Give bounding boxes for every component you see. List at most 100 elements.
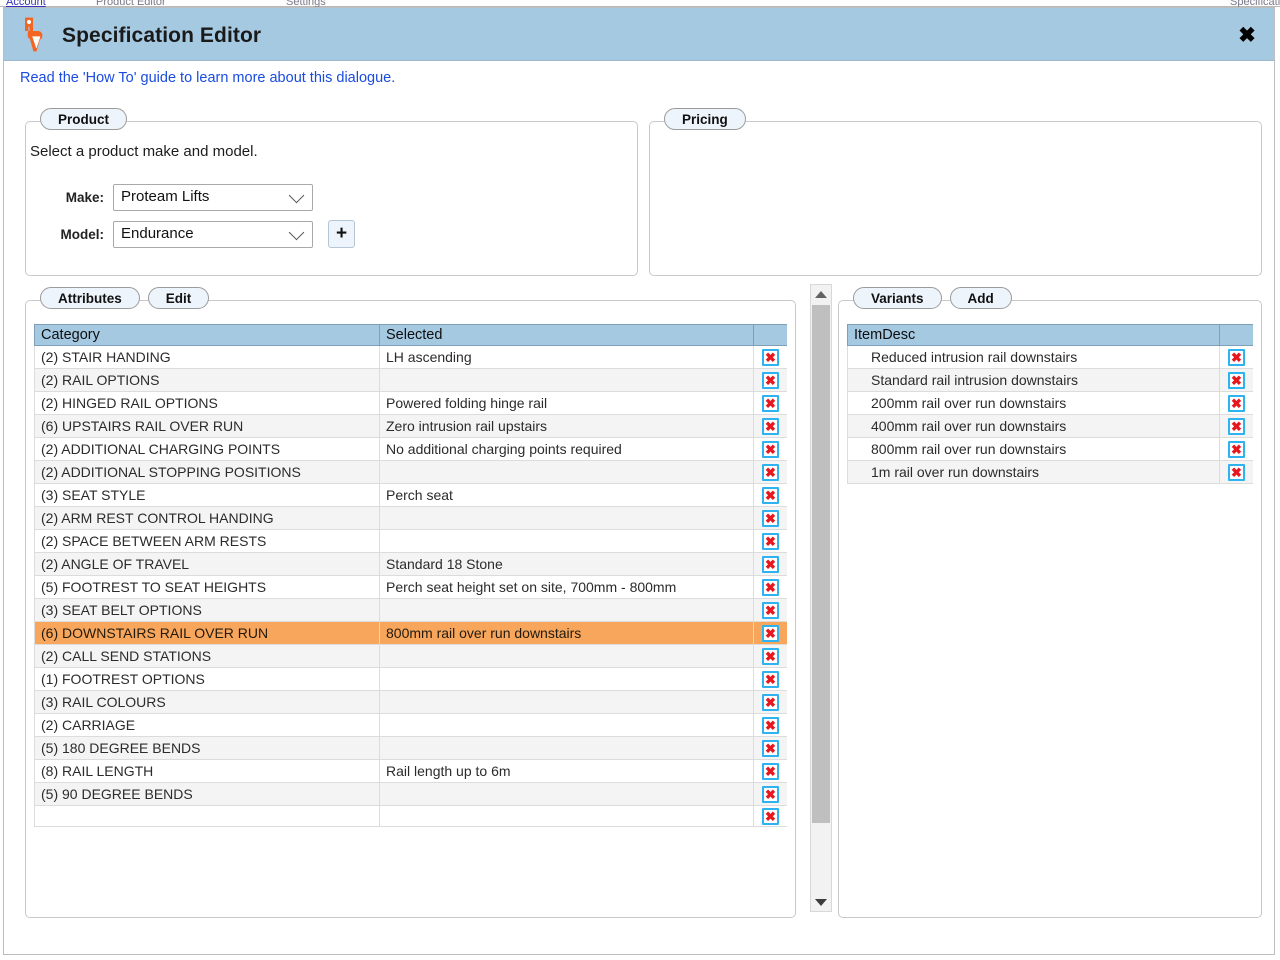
table-row[interactable]: (2) STAIR HANDING LH ascending ✖ — [34, 345, 787, 369]
tab-attributes[interactable]: Attributes — [40, 287, 140, 309]
delete-x-icon[interactable]: ✖ — [762, 440, 779, 458]
table-row[interactable]: (5) 180 DEGREE BENDS ✖ — [34, 736, 787, 760]
delete-x-icon[interactable]: ✖ — [762, 509, 779, 527]
list-item[interactable]: 400mm rail over run downstairs ✖ — [847, 414, 1253, 438]
delete-x-icon[interactable]: ✖ — [1228, 371, 1245, 389]
table-row[interactable]: (3) SEAT BELT OPTIONS ✖ — [34, 598, 787, 622]
add-model-button[interactable]: + — [328, 220, 355, 248]
table-row[interactable]: (2) SPACE BETWEEN ARM RESTS ✖ — [34, 529, 787, 553]
delete-x-icon[interactable]: ✖ — [1228, 463, 1245, 481]
scroll-up-arrow-icon[interactable] — [811, 285, 831, 303]
delete-x-icon[interactable]: ✖ — [762, 394, 779, 412]
delete-x-icon[interactable]: ✖ — [762, 486, 779, 504]
attribute-category-cell: (2) RAIL OPTIONS — [34, 368, 380, 392]
attributes-scrollbar[interactable] — [810, 284, 832, 912]
delete-x-icon[interactable]: ✖ — [762, 762, 779, 780]
table-row[interactable]: ✖ — [34, 805, 787, 827]
col-selected[interactable]: Selected — [379, 324, 754, 346]
delete-x-icon[interactable]: ✖ — [762, 624, 779, 642]
attribute-selected-cell — [379, 529, 754, 553]
tab-add-variant[interactable]: Add — [949, 287, 1012, 309]
delete-x-icon[interactable]: ✖ — [1228, 394, 1245, 412]
delete-x-icon[interactable]: ✖ — [762, 532, 779, 550]
delete-x-icon[interactable]: ✖ — [1228, 440, 1245, 458]
how-to-guide-link[interactable]: Read the 'How To' guide to learn more ab… — [20, 70, 395, 86]
delete-x-icon[interactable]: ✖ — [762, 417, 779, 435]
delete-x-icon[interactable]: ✖ — [762, 693, 779, 711]
delete-x-icon[interactable]: ✖ — [762, 716, 779, 734]
table-row[interactable]: (2) ARM REST CONTROL HANDING ✖ — [34, 506, 787, 530]
attribute-delete-cell: ✖ — [753, 644, 787, 668]
table-row[interactable]: (2) HINGED RAIL OPTIONS Powered folding h… — [34, 391, 787, 415]
delete-x-icon[interactable]: ✖ — [762, 348, 779, 366]
list-item[interactable]: 800mm rail over run downstairs ✖ — [847, 437, 1253, 461]
attribute-delete-cell: ✖ — [753, 529, 787, 553]
list-item[interactable]: 200mm rail over run downstairs ✖ — [847, 391, 1253, 415]
table-row[interactable]: (2) ADDITIONAL STOPPING POSITIONS ✖ — [34, 460, 787, 484]
av-logo-icon — [25, 17, 43, 52]
delete-x-icon[interactable]: ✖ — [762, 555, 779, 573]
pricing-panel: Pricing — [649, 108, 1262, 276]
delete-x-icon[interactable]: ✖ — [762, 739, 779, 757]
attribute-category-cell: (8) RAIL LENGTH — [34, 759, 380, 783]
col-category[interactable]: Category — [34, 324, 380, 346]
table-row[interactable]: (5) FOOTREST TO SEAT HEIGHTS Perch seat h… — [34, 575, 787, 599]
scroll-down-arrow-icon[interactable] — [811, 893, 831, 911]
scroll-thumb[interactable] — [812, 305, 830, 823]
attributes-table-body: (2) STAIR HANDING LH ascending ✖ (2) RAIL O… — [34, 345, 787, 827]
make-select-value: Proteam Lifts — [121, 188, 210, 205]
attribute-delete-cell: ✖ — [753, 621, 787, 645]
make-select[interactable]: Proteam Lifts — [113, 184, 313, 211]
delete-x-icon[interactable]: ✖ — [762, 807, 779, 825]
tab-pricing[interactable]: Pricing — [664, 108, 746, 130]
attribute-category-cell: (3) SEAT STYLE — [34, 483, 380, 507]
attribute-delete-cell: ✖ — [753, 345, 787, 369]
table-row[interactable]: (2) ADDITIONAL CHARGING POINTS No additio… — [34, 437, 787, 461]
table-row[interactable]: (5) 90 DEGREE BENDS ✖ — [34, 782, 787, 806]
table-row[interactable]: (2) CALL SEND STATIONS ✖ — [34, 644, 787, 668]
delete-x-icon[interactable]: ✖ — [762, 578, 779, 596]
delete-x-icon[interactable]: ✖ — [1228, 417, 1245, 435]
tab-variants[interactable]: Variants — [853, 287, 942, 309]
table-row[interactable]: (2) ANGLE OF TRAVEL Standard 18 Stone ✖ — [34, 552, 787, 576]
table-row[interactable]: (8) RAIL LENGTH Rail length up to 6m ✖ — [34, 759, 787, 783]
table-row[interactable]: (2) CARRIAGE ✖ — [34, 713, 787, 737]
attributes-legend-row: Attributes Edit — [40, 287, 210, 309]
table-row[interactable]: (2) RAIL OPTIONS ✖ — [34, 368, 787, 392]
delete-x-icon[interactable]: ✖ — [762, 647, 779, 665]
list-item[interactable]: Standard rail intrusion downstairs ✖ — [847, 368, 1253, 392]
tab-product[interactable]: Product — [40, 108, 128, 130]
attribute-category-cell: (3) RAIL COLOURS — [34, 690, 380, 714]
attribute-delete-cell: ✖ — [753, 506, 787, 530]
variant-desc-cell: 400mm rail over run downstairs — [847, 414, 1220, 438]
attribute-selected-cell: No additional charging points required — [379, 437, 754, 461]
list-item[interactable]: Reduced intrusion rail downstairs ✖ — [847, 345, 1253, 369]
col-itemdesc[interactable]: ItemDesc — [847, 324, 1220, 346]
attribute-delete-cell: ✖ — [753, 805, 787, 827]
model-select[interactable]: Endurance — [113, 220, 313, 248]
list-item[interactable]: 1m rail over run downstairs ✖ — [847, 460, 1253, 484]
delete-x-icon[interactable]: ✖ — [762, 601, 779, 619]
model-label: Model: — [60, 226, 105, 242]
tab-edit[interactable]: Edit — [147, 287, 210, 309]
attributes-table: Category Selected (2) STAIR HANDING LH as… — [34, 324, 787, 827]
attribute-category-cell: (6) DOWNSTAIRS RAIL OVER RUN — [34, 621, 380, 645]
delete-x-icon[interactable]: ✖ — [762, 371, 779, 389]
table-row[interactable]: (6) UPSTAIRS RAIL OVER RUN Zero intrusion… — [34, 414, 787, 438]
col-actions — [753, 324, 787, 346]
product-hint-text: Select a product make and model. — [30, 143, 258, 160]
background-text-2: Settings — [286, 0, 326, 7]
table-row[interactable]: (1) FOOTREST OPTIONS ✖ — [34, 667, 787, 691]
table-row[interactable]: (3) RAIL COLOURS ✖ — [34, 690, 787, 714]
background-page-strip: Account Product Editor Settings Specificati… — [0, 0, 1280, 7]
close-icon[interactable]: ✖ — [1234, 22, 1260, 48]
table-row[interactable]: (6) DOWNSTAIRS RAIL OVER RUN 800mm rail o… — [34, 621, 787, 645]
delete-x-icon[interactable]: ✖ — [1228, 348, 1245, 366]
delete-x-icon[interactable]: ✖ — [762, 785, 779, 803]
attribute-delete-cell: ✖ — [753, 391, 787, 415]
table-row[interactable]: (3) SEAT STYLE Perch seat ✖ — [34, 483, 787, 507]
variant-delete-cell: ✖ — [1219, 345, 1253, 369]
delete-x-icon[interactable]: ✖ — [762, 670, 779, 688]
delete-x-icon[interactable]: ✖ — [762, 463, 779, 481]
attribute-category-cell: (2) HINGED RAIL OPTIONS — [34, 391, 380, 415]
